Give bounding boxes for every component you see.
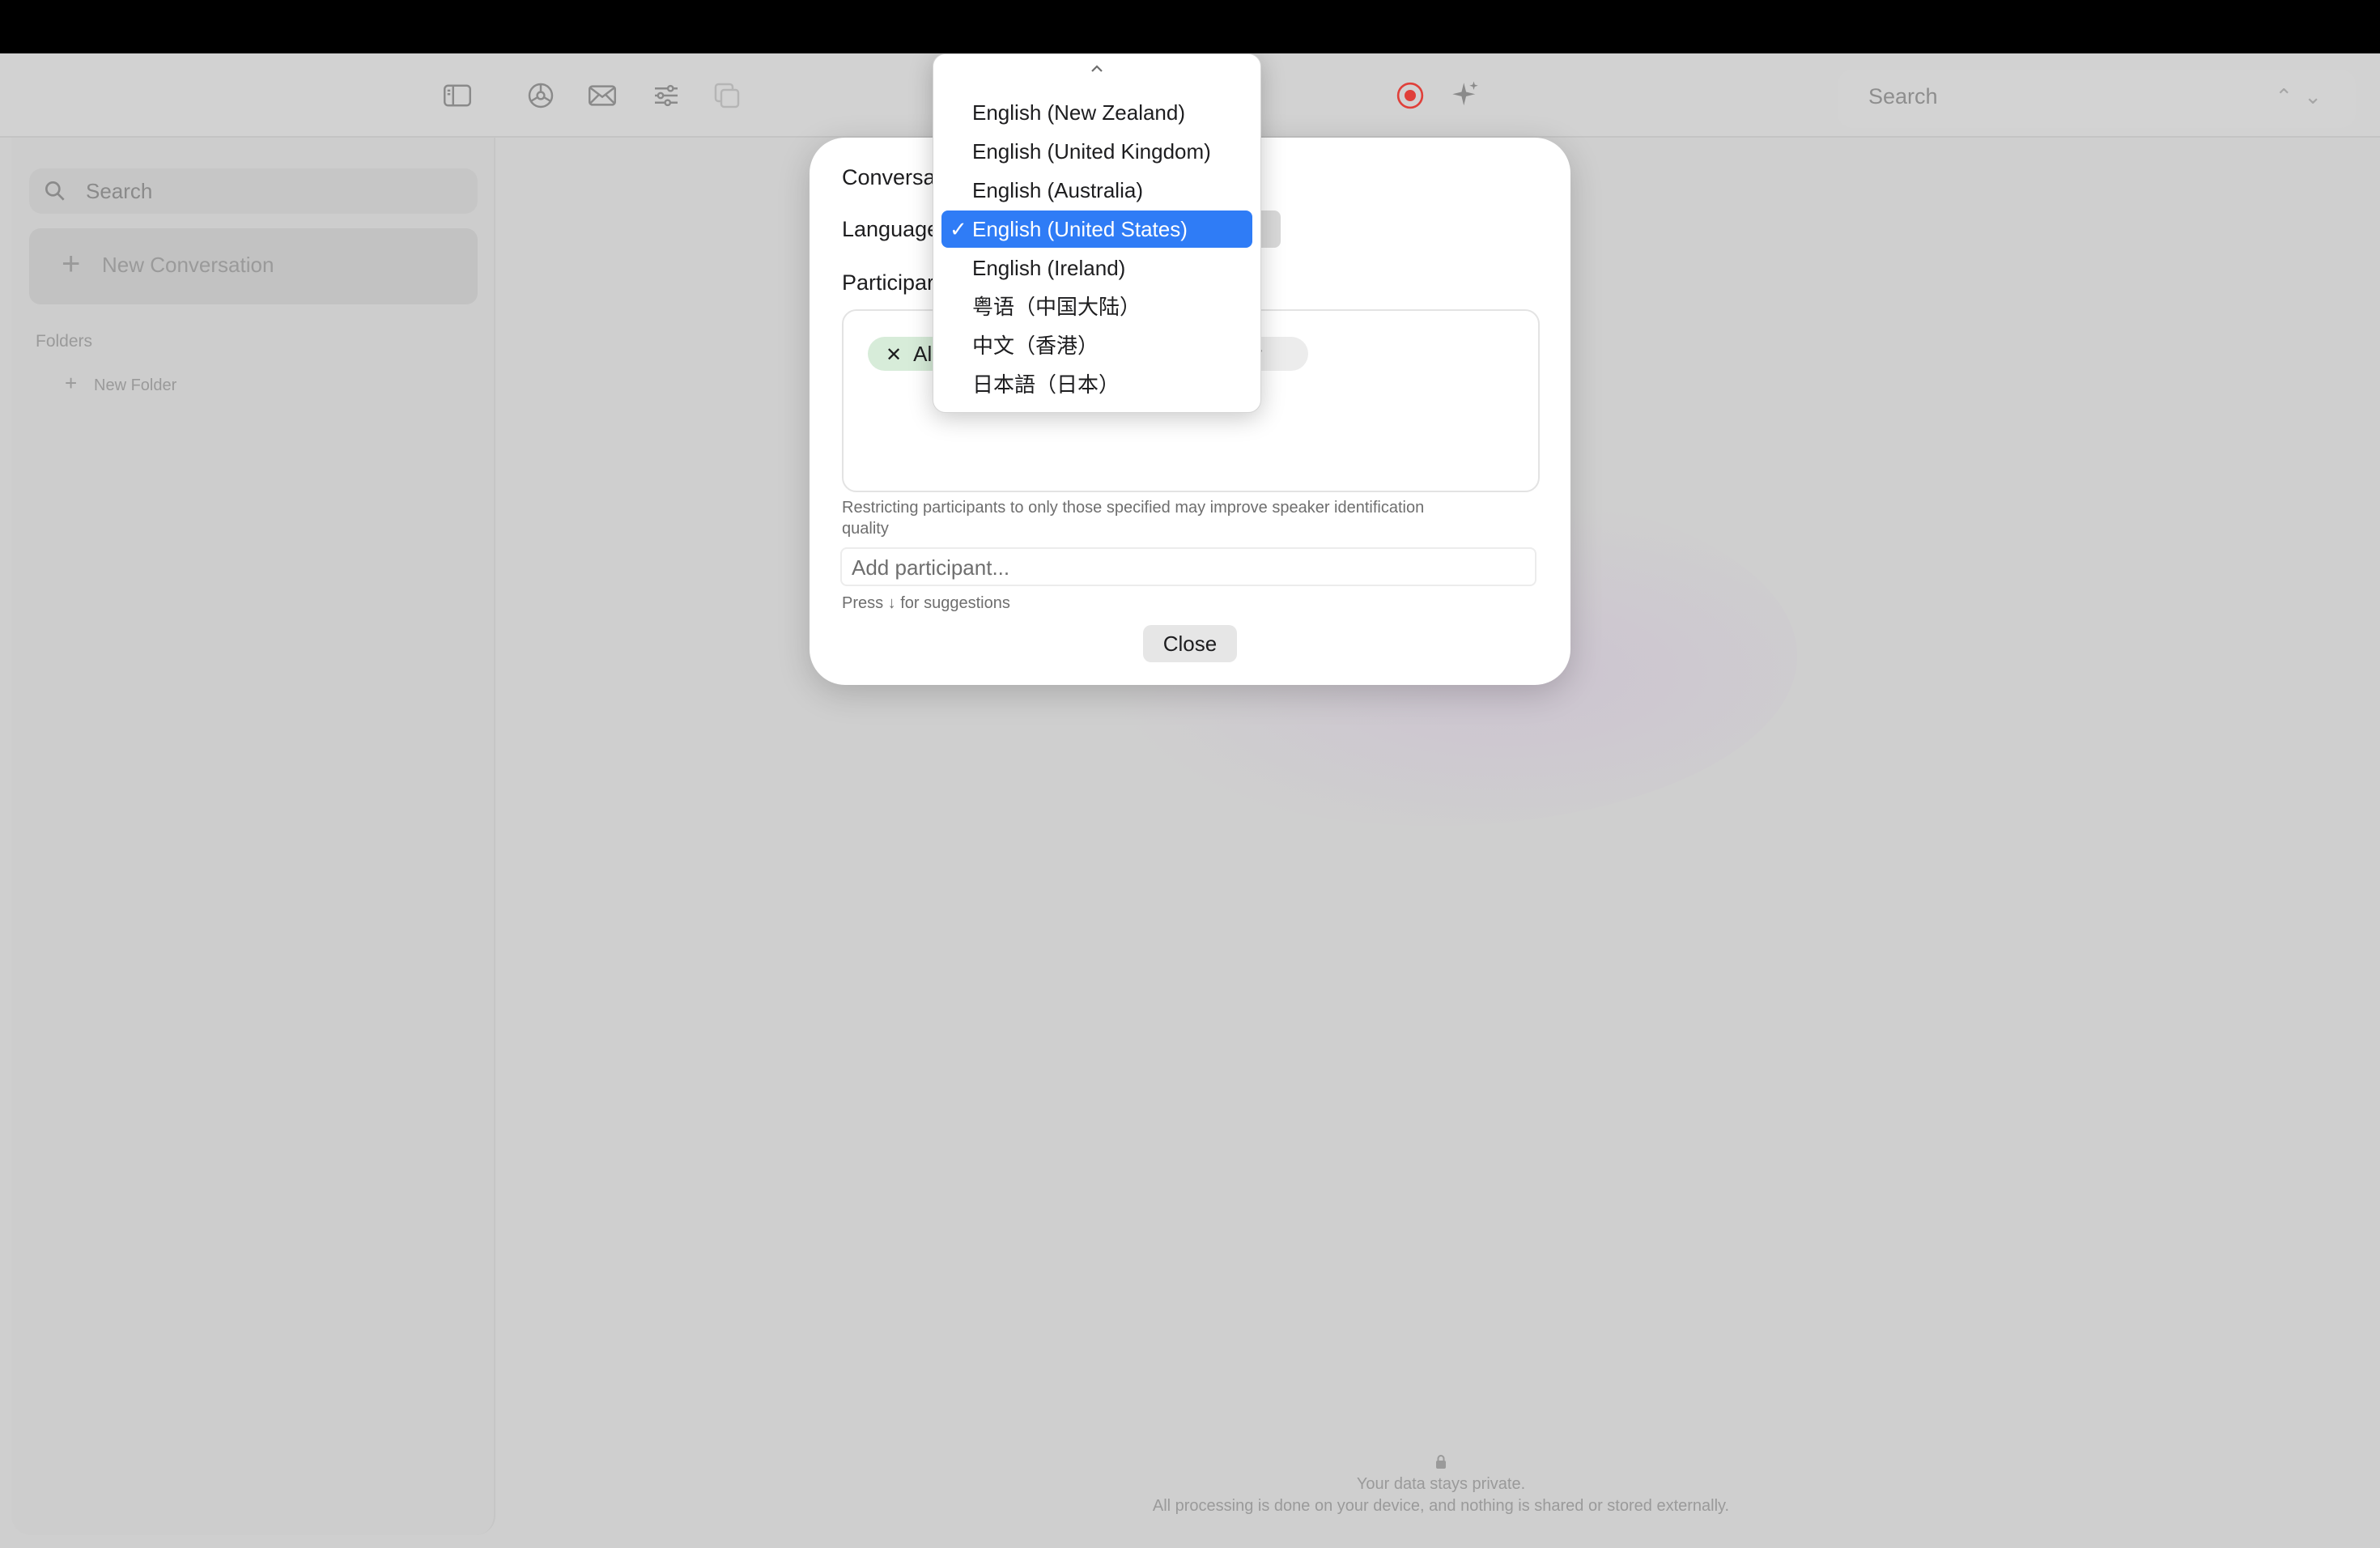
language-option-label: 粤语（中国大陆） [972,295,1141,319]
language-option-label: 中文（香港） [972,334,1099,358]
language-option[interactable]: 中文（香港） [941,327,1252,364]
search-nav-arrows-icon[interactable]: ⌃⌄ [2275,84,2333,109]
language-dropdown-menu: English (New Zealand) English (United Ki… [933,53,1261,413]
window-top-bar [0,0,2380,53]
suggestions-hint: Press ↓ for suggestions [842,594,1010,612]
language-option-label: English (Ireland) [972,256,1126,280]
language-option-selected[interactable]: ✓ English (United States) [941,211,1252,248]
remove-icon[interactable]: ✕ [886,344,902,366]
plus-icon: + [65,371,78,395]
new-conversation-button[interactable]: + New Conversation [29,228,478,304]
scroll-up-chevron-icon[interactable] [1087,61,1107,77]
sidebar-toggle-icon[interactable] [440,78,475,113]
language-option-label: English (New Zealand) [972,100,1186,125]
new-folder-label: New Folder [94,376,177,394]
new-folder-button[interactable]: + New Folder [65,371,176,396]
privacy-line-2: All processing is done on your device, a… [1152,1497,1730,1515]
search-icon [45,181,65,201]
new-conversation-label: New Conversation [102,253,274,277]
sliders-icon[interactable] [648,78,684,113]
participant-chip-label: Al [913,342,933,366]
language-option-label: English (Australia) [972,178,1143,202]
sidebar-search-placeholder: Search [86,179,153,203]
mail-icon[interactable] [584,78,620,113]
participants-label: Participar [842,270,935,295]
privacy-line-1: Your data stays private. [1356,1475,1526,1493]
language-option[interactable]: 粤语（中国大陆） [941,288,1252,325]
language-option[interactable]: English (Australia) [941,172,1252,209]
sidebar: Search + New Conversation Folders + New F… [11,138,495,1535]
folders-heading: Folders [36,332,93,351]
sparkle-icon[interactable] [1447,78,1483,113]
gear-icon[interactable] [523,78,559,113]
language-option-label: 日本語（日本） [972,372,1120,397]
language-option[interactable]: 日本語（日本） [941,366,1252,403]
conversation-label: Conversa [842,165,936,189]
language-option[interactable]: English (Ireland) [941,249,1252,287]
privacy-notice: Your data stays private. All processing … [1117,1454,1765,1517]
copy-icon[interactable] [709,78,745,113]
record-icon[interactable] [1392,78,1428,113]
participants-hint: Restricting participants to only those s… [842,499,1425,538]
language-option[interactable]: English (United Kingdom) [941,133,1252,170]
language-label: Language [842,217,940,241]
checkmark-icon: ✓ [950,217,967,241]
language-option-label: English (United States) [972,217,1188,241]
plus-icon: + [62,246,81,282]
sidebar-search-input[interactable]: Search [29,168,478,214]
close-button[interactable]: Close [1143,625,1237,662]
language-option-label: English (United Kingdom) [972,139,1211,164]
add-participant-input[interactable]: Add participant... [840,547,1536,586]
toolbar-search-field[interactable]: Search ⌃⌄ [1838,70,2356,128]
language-option[interactable]: English (New Zealand) [941,94,1252,131]
toolbar-search-placeholder: Search [1868,84,1938,108]
lock-icon [1436,1455,1446,1469]
